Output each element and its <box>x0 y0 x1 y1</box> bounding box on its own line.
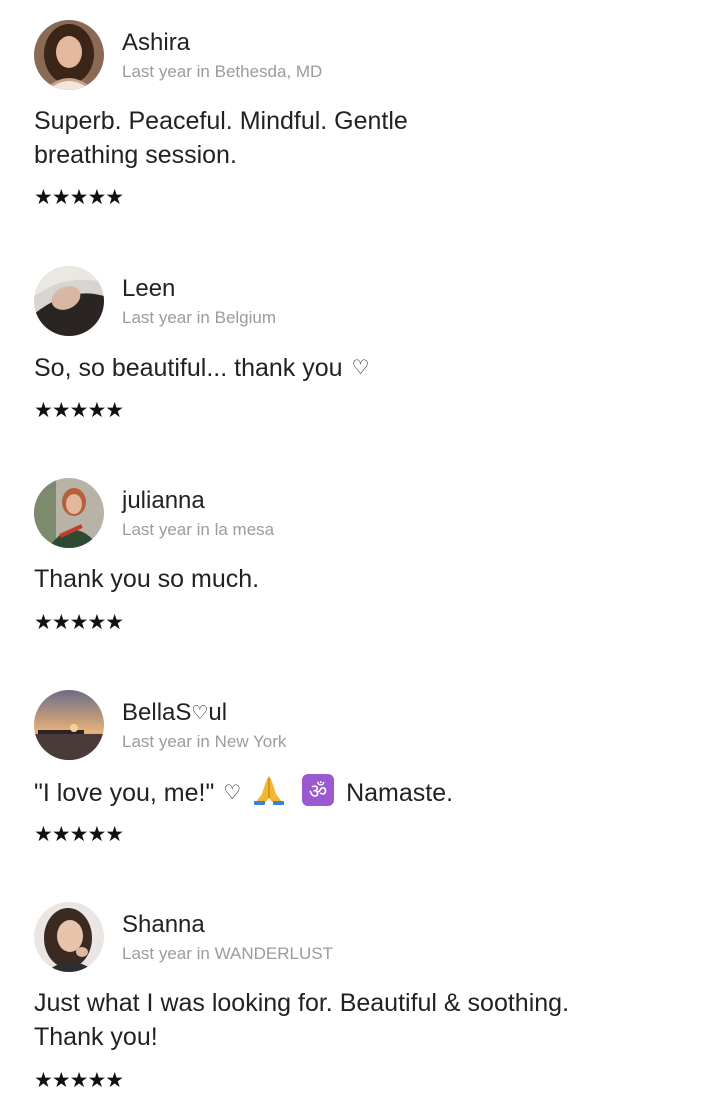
review-text-line: breathing session. <box>34 141 237 169</box>
review-item: julianna Last year in la mesa Thank you … <box>34 478 694 638</box>
reviewer-name-prefix: BellaS <box>122 699 192 726</box>
review-list: Ashira Last year in Bethesda, MD Superb.… <box>0 0 722 1100</box>
review-text: Just what I was looking for. Beautiful &… <box>34 986 674 1054</box>
review-item: Ashira Last year in Bethesda, MD Superb.… <box>34 20 694 220</box>
woman-curly-hair-avatar[interactable] <box>34 20 104 90</box>
star-rating: ★★★★★ <box>34 1068 124 1092</box>
reviewer-name[interactable]: BellaS♡ul <box>122 699 227 727</box>
review-item: BellaS♡ul Last year in New York "I love … <box>34 690 694 850</box>
review-text-line: Thank you! <box>34 1023 158 1051</box>
review-text-content: Thank you so much. <box>34 565 260 593</box>
review-text-line: Just what I was looking for. Beautiful &… <box>34 989 570 1017</box>
review-meta: Last year in WANDERLUST <box>122 944 333 963</box>
woman-green-sweater-avatar[interactable] <box>34 478 104 548</box>
heart-outline-icon: ♡ <box>351 355 370 379</box>
review-text: Thank you so much. <box>34 562 674 596</box>
sunset-pier-avatar[interactable] <box>34 690 104 760</box>
reviewer-name[interactable]: Shanna <box>122 911 205 939</box>
reviewer-name[interactable]: julianna <box>122 487 205 515</box>
star-rating: ★★★★★ <box>34 185 124 209</box>
reviewer-name[interactable]: Leen <box>122 275 175 303</box>
heart-outline-icon: ♡ <box>191 702 209 724</box>
star-rating: ★★★★★ <box>34 398 124 422</box>
svg-text:ॐ: ॐ <box>309 779 327 803</box>
woman-lying-avatar[interactable] <box>34 266 104 336</box>
star-rating: ★★★★★ <box>34 822 124 846</box>
review-text-end: Namaste. <box>346 779 454 807</box>
review-item: Shanna Last year in WANDERLUST Just what… <box>34 902 694 1097</box>
review-meta: Last year in New York <box>122 732 287 751</box>
woman-smiling-avatar[interactable] <box>34 902 104 972</box>
review-item: Leen Last year in Belgium So, so beautif… <box>34 266 694 426</box>
review-meta: Last year in Belgium <box>122 308 277 327</box>
reviewer-name[interactable]: Ashira <box>122 29 190 57</box>
om-symbol-icon: ॐ <box>301 774 335 806</box>
review-meta: Last year in la mesa <box>122 520 275 539</box>
review-text-start: "I love you, me!" <box>34 779 215 807</box>
review-text: Superb. Peaceful. Mindful. Gentle breath… <box>34 104 674 172</box>
folded-hands-icon <box>252 774 286 806</box>
review-meta: Last year in Bethesda, MD <box>122 62 323 81</box>
review-text: "I love you, me!" ♡ ॐ Namaste. <box>34 774 674 810</box>
review-text: So, so beautiful... thank you ♡ <box>34 350 674 385</box>
review-text-line: Superb. Peaceful. Mindful. Gentle <box>34 107 408 135</box>
review-text-content: So, so beautiful... thank you <box>34 354 343 382</box>
reviewer-name-suffix: ul <box>208 699 228 726</box>
star-rating: ★★★★★ <box>34 610 124 634</box>
heart-outline-icon: ♡ <box>223 780 242 804</box>
